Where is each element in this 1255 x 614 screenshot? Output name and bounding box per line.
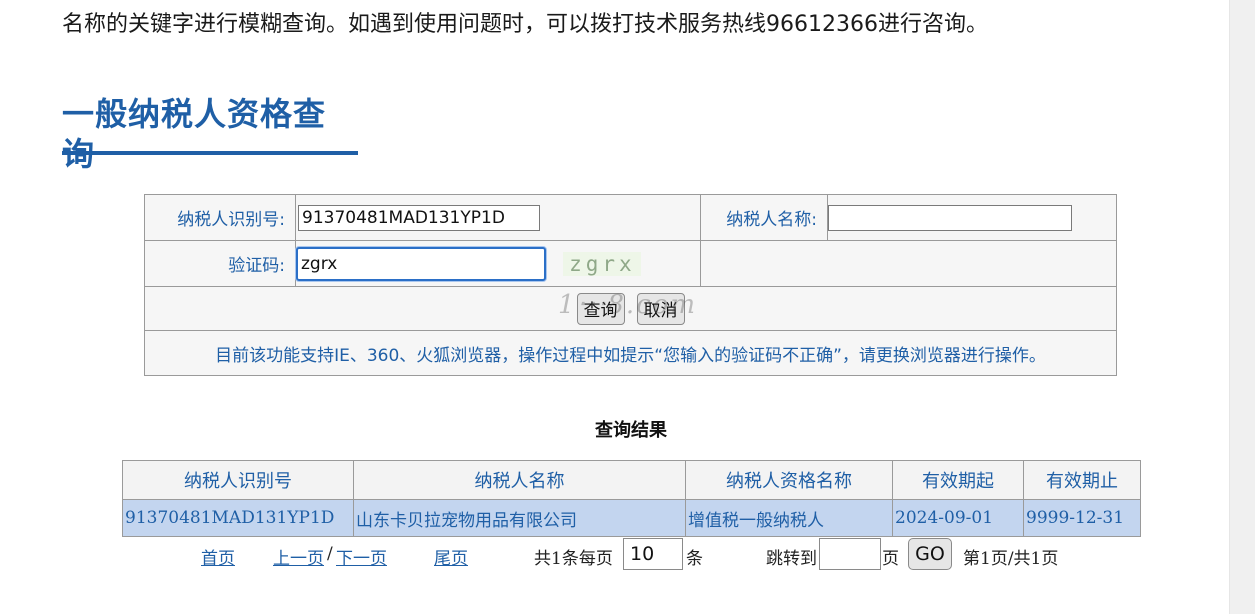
pager-separator: / [327, 544, 333, 564]
intro-text: 名称的关键字进行模糊查询。如遇到使用问题时，可以拨打技术服务热线96612366… [62, 12, 988, 37]
browser-note: 目前该功能支持IE、360、火狐浏览器，操作过程中如提示“您输入的验证码不正确”… [144, 330, 1117, 376]
first-page-link[interactable]: 首页 [201, 544, 235, 569]
jump-label: 跳转到 [766, 549, 817, 569]
column-header: 有效期起 [892, 460, 1024, 500]
page-status: 第1页/共1页 [963, 549, 1059, 569]
prev-page-link[interactable]: 上一页 [273, 544, 324, 569]
button-row: 查询 取消 [144, 286, 1117, 331]
page-size-input[interactable] [623, 538, 683, 570]
results-caption: 查询结果 [595, 420, 667, 441]
cancel-button[interactable]: 取消 [636, 292, 685, 325]
taxpayer-name-label: 纳税人名称: [700, 194, 828, 241]
jump-page-input[interactable] [819, 538, 881, 570]
empty-cell [700, 240, 1117, 287]
jump-page-unit: 页 [882, 549, 899, 569]
query-button[interactable]: 查询 [576, 292, 625, 325]
query-form: 纳税人识别号: 纳税人名称: 验证码: zgrx 查询取消 目前该功能支持IE、… [144, 194, 1117, 376]
captcha-input[interactable] [296, 246, 546, 281]
heading-block: 一般纳税人资格查询 [62, 94, 358, 173]
record-count-text: 共1条每页 [534, 549, 613, 569]
results-header-row: 纳税人识别号 纳税人名称 纳税人资格名称 有效期起 有效期止 [122, 460, 1141, 500]
page-scroll-gutter [1229, 0, 1255, 614]
cell-valid-to: 9999-12-31 [1023, 499, 1141, 537]
last-page-link[interactable]: 尾页 [434, 544, 468, 569]
column-header: 有效期止 [1023, 460, 1141, 500]
cell-taxpayer-id: 91370481MAD131YP1D [122, 499, 354, 537]
captcha-label: 验证码: [144, 240, 296, 287]
taxpayer-id-cell [295, 194, 701, 241]
taxpayer-id-input[interactable] [298, 204, 540, 231]
pagination: 首页 上一页 / 下一页 尾页 共1条每页 条 跳转到 页 GO 第1页/共1页 [0, 538, 1255, 572]
next-page-link[interactable]: 下一页 [336, 544, 387, 569]
cell-taxpayer-name: 山东卡贝拉宠物用品有限公司 [353, 499, 686, 537]
column-header: 纳税人识别号 [122, 460, 354, 500]
taxpayer-name-cell [827, 194, 1117, 241]
column-header: 纳税人资格名称 [685, 460, 893, 500]
cell-valid-from: 2024-09-01 [892, 499, 1024, 537]
page-size-unit: 条 [686, 549, 703, 569]
go-button[interactable]: GO [908, 538, 952, 570]
captcha-image[interactable]: zgrx [563, 251, 642, 276]
taxpayer-name-input[interactable] [828, 204, 1072, 231]
cell-qualification: 增值税一般纳税人 [685, 499, 893, 537]
column-header: 纳税人名称 [353, 460, 686, 500]
results-table: 纳税人识别号 纳税人名称 纳税人资格名称 有效期起 有效期止 91370481M… [122, 460, 1141, 537]
table-row[interactable]: 91370481MAD131YP1D 山东卡贝拉宠物用品有限公司 增值税一般纳税… [122, 499, 1141, 537]
taxpayer-id-label: 纳税人识别号: [144, 194, 296, 241]
captcha-cell: zgrx [295, 240, 701, 287]
page-title: 一般纳税人资格查询 [62, 95, 327, 173]
